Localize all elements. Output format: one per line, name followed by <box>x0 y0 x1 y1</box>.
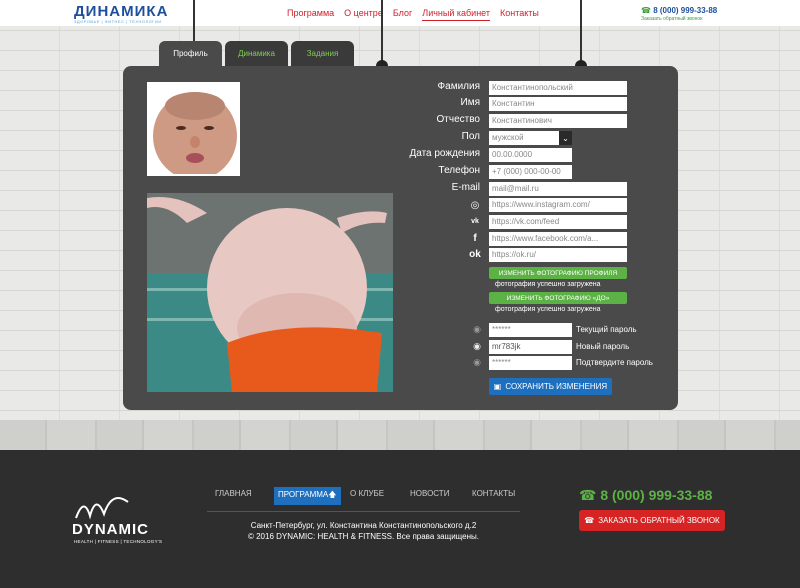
new-password-input[interactable]: mr783jk <box>489 340 572 354</box>
header-phone[interactable]: ☎ 8 (000) 999-33-88 <box>641 6 717 15</box>
label-phone: Телефон <box>438 165 480 176</box>
profile-photo-status: фотография успешно загружена <box>495 281 601 288</box>
label-patronymic: Отчество <box>436 114 480 125</box>
chevron-down-icon[interactable]: ⌄ <box>559 131 572 145</box>
lamp-cord <box>381 0 383 62</box>
surname-input[interactable]: Константинопольский <box>489 81 627 95</box>
change-profile-photo-button[interactable]: ИЗМЕНИТЬ ФОТОГРАФИЮ ПРОФИЛЯ <box>489 267 627 279</box>
label-gender: Пол <box>461 131 480 142</box>
footer-phone-number: 8 (000) 999-33-88 <box>600 487 713 503</box>
birthdate-input[interactable]: 00.00.0000 <box>489 148 572 162</box>
eye-icon[interactable]: ◉ <box>470 341 484 351</box>
footer-callback-label: ЗАКАЗАТЬ ОБРАТНЫЙ ЗВОНОК <box>598 516 720 525</box>
ok-input[interactable]: https://ok.ru/ <box>489 248 627 262</box>
change-before-photo-button[interactable]: ИЗМЕНИТЬ ФОТОГРАФИЮ «ДО» <box>489 292 627 304</box>
footer-logo-text: DYNAMIC <box>72 521 149 538</box>
footer-nav-club[interactable]: О КЛУБЕ <box>350 489 384 498</box>
footer-address: Санкт-Петербург, ул. Константина Констан… <box>207 520 520 542</box>
label-surname: Фамилия <box>437 81 480 92</box>
phone-icon: ☎ <box>584 516 595 525</box>
confirm-password-label: Подтвердите пароль <box>576 358 653 367</box>
nav-about[interactable]: О центре <box>344 8 383 21</box>
new-password-label: Новый пароль <box>576 342 630 351</box>
logo[interactable]: ДИНАМИКА ЗДОРОВЬЕ | ФИТНЕС | ТЕХНОЛОГИИ <box>74 3 168 24</box>
profile-avatar <box>147 82 240 176</box>
odnoklassniki-icon: ok <box>469 248 481 260</box>
footer-logo-subtitle: HEALTH | FITNESS | TECHNOLOGY'S <box>74 539 163 544</box>
vk-icon: vk <box>471 217 479 225</box>
facebook-input[interactable]: https://www.facebook.com/a... <box>489 232 627 246</box>
footer-copyright: © 2016 DYNAMIC: HEALTH & FITNESS. Все пр… <box>247 532 480 541</box>
eye-hidden-icon[interactable]: ◉ <box>470 324 484 334</box>
current-password-input[interactable]: ****** <box>489 323 572 337</box>
email-input[interactable]: mail@mail.ru <box>489 182 627 196</box>
nav-contacts[interactable]: Контакты <box>500 8 539 21</box>
footer-phone[interactable]: ☎ 8 (000) 999-33-88 <box>579 487 712 504</box>
floppy-disk-icon: ▣ <box>493 382 502 391</box>
header-callback-link[interactable]: Заказать обратный звонок <box>641 16 702 22</box>
top-header: ДИНАМИКА ЗДОРОВЬЕ | ФИТНЕС | ТЕХНОЛОГИИ … <box>0 0 800 26</box>
patronymic-input[interactable]: Константинович <box>489 114 627 128</box>
name-input[interactable]: Константин <box>489 97 627 111</box>
label-birthdate: Дата рождения <box>409 148 480 159</box>
profile-tabs: Профиль Динамика Задания <box>159 41 354 66</box>
save-changes-button[interactable]: ▣ СОХРАНИТЬ ИЗМЕНЕНИЯ <box>489 378 612 395</box>
tab-dynamics[interactable]: Динамика <box>225 41 288 66</box>
label-name: Имя <box>460 97 480 108</box>
phone-input[interactable]: +7 (000) 000-00-00 <box>489 165 572 179</box>
footer-nav-program[interactable]: ПРОГРАММА🡅 <box>274 487 341 505</box>
footer-nav-program-label: ПРОГРАММА <box>278 490 329 499</box>
avatar-face-icon <box>149 84 238 174</box>
footer-nav-contacts[interactable]: КОНТАКТЫ <box>472 489 515 498</box>
footer-logo-wave-icon <box>75 497 129 520</box>
gender-select[interactable]: мужской <box>489 131 559 145</box>
logo-subtitle: ЗДОРОВЬЕ | ФИТНЕС | ТЕХНОЛОГИИ <box>74 19 162 24</box>
footer-nav-home[interactable]: ГЛАВНАЯ <box>215 489 252 498</box>
footer-address-line: Санкт-Петербург, ул. Константина Констан… <box>250 521 477 530</box>
facebook-icon: f <box>473 232 477 244</box>
main-nav: Программа О центре Блог Личный кабинет К… <box>287 8 549 21</box>
before-photo-image-icon <box>147 193 393 392</box>
arrow-up-icon: 🡅 <box>328 490 337 499</box>
phone-icon: ☎ <box>641 6 651 15</box>
phone-icon: ☎ <box>579 487 597 503</box>
eye-hidden-icon[interactable]: ◉ <box>470 357 484 367</box>
lamp-cord <box>580 0 582 62</box>
footer-nav-news[interactable]: НОВОСТИ <box>410 489 449 498</box>
tab-tasks[interactable]: Задания <box>291 41 354 66</box>
current-password-label: Текущий пароль <box>576 325 637 334</box>
before-photo-status: фотография успешно загружена <box>495 306 601 313</box>
instagram-input[interactable]: https://www.instagram.com/ <box>489 198 627 212</box>
before-photo <box>147 193 393 392</box>
wooden-floor <box>0 420 800 450</box>
nav-cabinet[interactable]: Личный кабинет <box>422 8 490 21</box>
confirm-password-input[interactable]: ****** <box>489 356 572 370</box>
save-changes-label: СОХРАНИТЬ ИЗМЕНЕНИЯ <box>505 382 608 391</box>
label-email: E-mail <box>451 182 480 193</box>
footer-callback-button[interactable]: ☎ ЗАКАЗАТЬ ОБРАТНЫЙ ЗВОНОК <box>579 510 725 531</box>
vk-input[interactable]: https://vk.com/feed <box>489 215 627 229</box>
logo-text: ДИНАМИКА <box>74 3 169 20</box>
nav-program[interactable]: Программа <box>287 8 334 21</box>
nav-blog[interactable]: Блог <box>393 8 412 21</box>
header-phone-number: 8 (000) 999-33-88 <box>653 6 718 15</box>
footer-divider <box>207 511 520 512</box>
instagram-icon: ◎ <box>470 199 480 211</box>
tab-profile[interactable]: Профиль <box>159 41 222 66</box>
